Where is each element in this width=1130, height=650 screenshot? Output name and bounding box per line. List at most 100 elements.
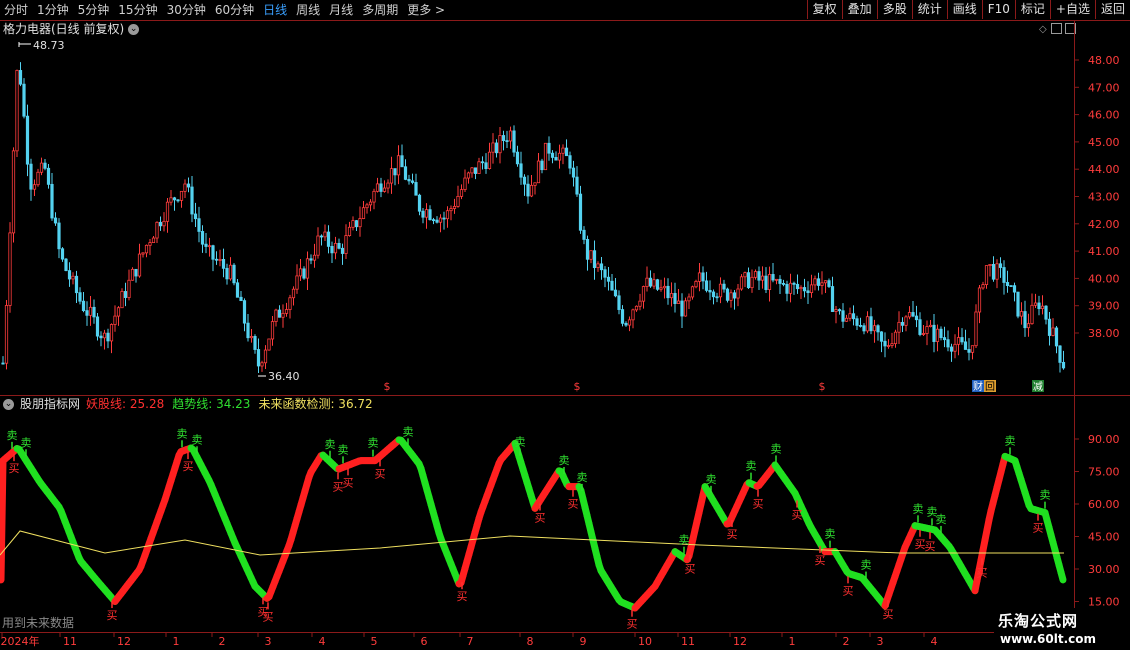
sell-signal: 卖 (861, 559, 872, 572)
candle-body (498, 135, 502, 154)
x-axis-label: 10 (638, 635, 652, 648)
chart-canvas[interactable]: 48.00 47.00 46.00 45.00 44.00 43.00 42.00 41.00… (0, 0, 1130, 650)
candle-body (15, 70, 19, 152)
candle-body (421, 210, 425, 218)
candle-body (60, 248, 65, 260)
candle-body (655, 279, 660, 290)
candle-body (396, 155, 401, 176)
candle-body (879, 331, 884, 342)
candle-body (886, 345, 891, 347)
candle-body (225, 267, 229, 280)
candle-body (295, 275, 299, 290)
candle-body (809, 284, 814, 294)
candle-body (974, 311, 978, 347)
candle-body (130, 268, 135, 281)
candle-body (228, 264, 233, 280)
candle-body (1019, 311, 1024, 317)
candle-body (907, 312, 912, 318)
candle-body (435, 219, 439, 223)
candle-body (519, 163, 523, 178)
candle-body (253, 336, 257, 350)
candle-body (862, 325, 866, 332)
candle-body (291, 288, 296, 299)
x-axis-label: 1 (789, 635, 796, 648)
buy-signal: 买 (685, 563, 696, 576)
x-axis-label: 8 (527, 635, 534, 648)
candle-body (988, 264, 992, 266)
candle-body (627, 319, 632, 326)
candle-body (872, 325, 877, 332)
candle-body (389, 168, 394, 184)
candle-body (718, 283, 723, 298)
candle-body (568, 155, 572, 169)
x-axis-label: 1 (173, 635, 180, 648)
candle-body (659, 287, 663, 290)
candle-body (190, 186, 194, 215)
candle-body (1040, 305, 1045, 310)
candle-body (995, 263, 999, 280)
candle-body (32, 184, 37, 190)
candle-body (837, 309, 842, 312)
candle-body (36, 171, 40, 186)
candle-body (963, 341, 968, 350)
candle-body (1037, 302, 1041, 310)
candle-body (697, 272, 702, 282)
candle-body (603, 269, 607, 278)
x-axis-label: 2024年 (1, 634, 40, 648)
candle-body (778, 278, 782, 284)
candle-body (949, 346, 954, 352)
high-label: 48.73 (33, 39, 65, 52)
candle-body (585, 239, 590, 260)
candle-body (781, 283, 786, 285)
y-tick-label: 44.00 (1088, 163, 1120, 176)
candle-body (1033, 302, 1038, 306)
candle-body (858, 325, 863, 327)
candle-body (239, 296, 243, 302)
candle-body (991, 264, 996, 280)
candle-body (414, 182, 418, 196)
candle-body (375, 183, 380, 192)
candle-body (337, 242, 341, 249)
candle-body (753, 271, 758, 278)
candle-body (123, 291, 128, 298)
y-tick-label: 45.00 (1088, 531, 1120, 544)
candle-body (939, 328, 943, 339)
buy-signal: 买 (535, 512, 546, 525)
candle-body (235, 282, 240, 298)
candle-body (739, 276, 744, 290)
candle-body (249, 336, 254, 339)
candle-body (788, 282, 793, 294)
candle-body (897, 321, 901, 333)
candle-body (473, 167, 478, 174)
candle-body (813, 278, 817, 286)
candle-body (39, 162, 44, 173)
candle-body (508, 130, 513, 142)
candle-body (463, 177, 467, 190)
candle-body (578, 193, 583, 231)
candle-body (193, 213, 198, 220)
candle-body (893, 331, 898, 345)
candle-body (442, 217, 446, 220)
candle-body (624, 322, 628, 326)
candle-body (925, 326, 929, 334)
candle-body (95, 316, 100, 337)
candle-body (134, 268, 138, 277)
candle-body (890, 343, 894, 346)
sell-signal: 卖 (679, 534, 690, 547)
candle-body (67, 270, 72, 280)
candle-body (197, 218, 201, 232)
candle-body (428, 209, 432, 221)
candle-body (403, 166, 408, 180)
candle-body (382, 187, 387, 192)
candle-body (218, 259, 222, 261)
y-tick-label: 30.00 (1088, 563, 1120, 576)
y-tick-label: 90.00 (1088, 433, 1120, 446)
candle-body (725, 288, 730, 301)
low-label: 36.40 (268, 370, 300, 383)
candle-body (274, 309, 278, 322)
candle-body (263, 349, 268, 364)
y-tick-label: 60.00 (1088, 498, 1120, 511)
candle-body (820, 282, 824, 286)
x-axis-label: 4 (319, 635, 326, 648)
candle-body (680, 300, 684, 317)
